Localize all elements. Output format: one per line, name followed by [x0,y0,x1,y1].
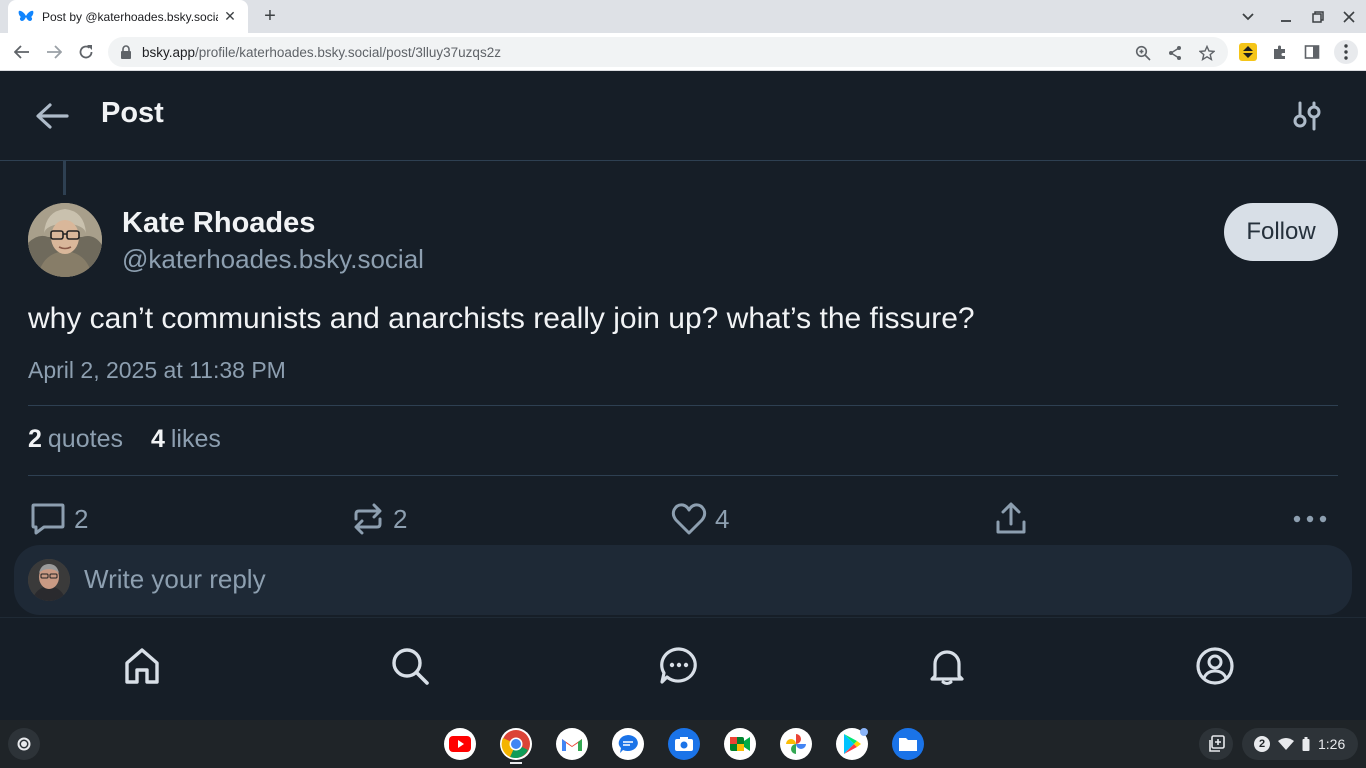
thread-settings-button[interactable] [1290,98,1324,134]
bottom-navigation [0,617,1366,720]
youtube-app-icon[interactable] [444,728,476,760]
back-arrow-icon [36,103,69,129]
quotes-count: 2 [28,425,42,453]
heart-icon [671,503,707,535]
wifi-icon [1278,738,1294,750]
launcher-button[interactable] [8,728,40,760]
profile-icon [1196,647,1234,685]
extensions-puzzle-icon[interactable] [1270,42,1290,62]
likes-label: likes [170,425,221,453]
launcher-circle-icon [17,737,31,751]
messages-app-icon[interactable] [612,728,644,760]
play-store-app-icon[interactable] [836,728,868,760]
url-text: bsky.app/profile/katerhoades.bsky.social… [142,45,501,60]
reply-count: 2 [74,503,89,534]
back-arrow-icon[interactable] [10,40,34,64]
clock-time: 1:26 [1318,736,1346,752]
divider [28,405,1338,406]
current-user-avatar [28,559,70,601]
repost-button[interactable]: 2 [351,501,407,537]
back-button[interactable] [32,97,72,135]
author-handle[interactable]: @katerhoades.bsky.social [122,244,424,275]
more-options-button[interactable] [1292,501,1328,537]
home-icon [125,648,159,684]
overview-icon [1209,735,1225,752]
nav-notifications[interactable] [925,644,969,688]
reply-bubble-icon [31,503,65,535]
tab-title: Post by @katerhoades.bsky.social [42,9,218,24]
nav-home[interactable] [120,644,164,688]
nav-search[interactable] [388,644,432,688]
page-header: Post [0,71,1366,161]
nav-chat[interactable] [657,644,701,688]
chat-bubble-icon [660,647,697,684]
zoom-icon[interactable] [1134,44,1152,62]
bluesky-page: Post Kate Rhoades @katerhoades.bsky.soci… [0,71,1366,720]
quotes-stat[interactable]: 2 quotes [28,425,123,454]
like-button[interactable]: 4 [671,501,729,537]
follow-button[interactable]: Follow [1224,203,1338,261]
notification-count-badge: 2 [1254,736,1270,752]
thread-connector-line [63,161,66,195]
camera-app-icon[interactable] [668,728,700,760]
nav-profile[interactable] [1193,644,1237,688]
close-window-icon[interactable] [1338,6,1360,28]
address-bar[interactable]: bsky.app/profile/katerhoades.bsky.social… [108,37,1228,67]
bluesky-butterfly-icon [18,9,34,25]
page-title: Post [101,97,164,129]
browser-toolbar: bsky.app/profile/katerhoades.bsky.social… [0,33,1366,71]
share-upload-icon [996,502,1026,534]
notification-dot [860,728,868,736]
reload-icon[interactable] [74,40,98,64]
sliders-icon [1293,101,1321,131]
reply-composer[interactable]: Write your reply [14,545,1352,615]
search-icon [392,648,429,685]
photos-app-icon[interactable] [780,728,812,760]
lock-icon[interactable] [120,45,132,59]
like-count: 4 [715,503,730,534]
repost-count: 2 [393,503,408,534]
status-tray[interactable]: 2 1:26 [1242,728,1358,760]
tab-search-chevron-icon[interactable] [1237,6,1259,28]
forward-arrow-icon[interactable] [42,40,66,64]
side-panel-icon[interactable] [1302,42,1322,62]
battery-icon [1302,737,1310,751]
files-app-icon[interactable] [892,728,924,760]
share-button[interactable] [994,501,1028,537]
likes-count: 4 [150,425,165,453]
post-timestamp: April 2, 2025 at 11:38 PM [28,357,286,383]
divider [28,475,1338,476]
author-avatar[interactable] [28,203,102,277]
browser-tab-bar: Post by @katerhoades.bsky.social ✕ + [0,0,1366,33]
bookmark-star-icon[interactable] [1198,44,1216,62]
repost-icon [354,503,382,535]
new-tab-button[interactable]: + [258,5,282,29]
restore-icon[interactable] [1307,6,1329,28]
reply-input-placeholder[interactable]: Write your reply [84,564,266,595]
browser-menu-kebab-icon[interactable] [1334,40,1358,64]
reply-button[interactable]: 2 [30,501,88,537]
url-path: /profile/katerhoades.bsky.social/post/3l… [195,44,501,60]
active-app-indicator [510,762,522,764]
browser-tab[interactable]: Post by @katerhoades.bsky.social ✕ [8,0,248,33]
post-text: why can’t communists and anarchists real… [28,302,975,335]
meet-app-icon[interactable] [724,728,756,760]
bell-icon [930,650,964,685]
overview-button[interactable] [1199,728,1233,760]
tab-close-icon[interactable]: ✕ [222,8,238,24]
minimize-icon[interactable] [1275,6,1297,28]
chrome-app-icon[interactable] [500,728,532,760]
gmail-app-icon[interactable] [556,728,588,760]
likes-stat[interactable]: 4 likes [151,425,221,454]
author-name[interactable]: Kate Rhoades [122,207,315,240]
quotes-label: quotes [47,425,123,453]
url-domain: bsky.app [142,44,196,60]
more-dots-icon [1293,515,1327,523]
share-icon[interactable] [1166,44,1184,62]
extension-yellow-icon[interactable] [1238,42,1258,62]
post-stats: 2 quotes 4 likes [28,425,221,454]
